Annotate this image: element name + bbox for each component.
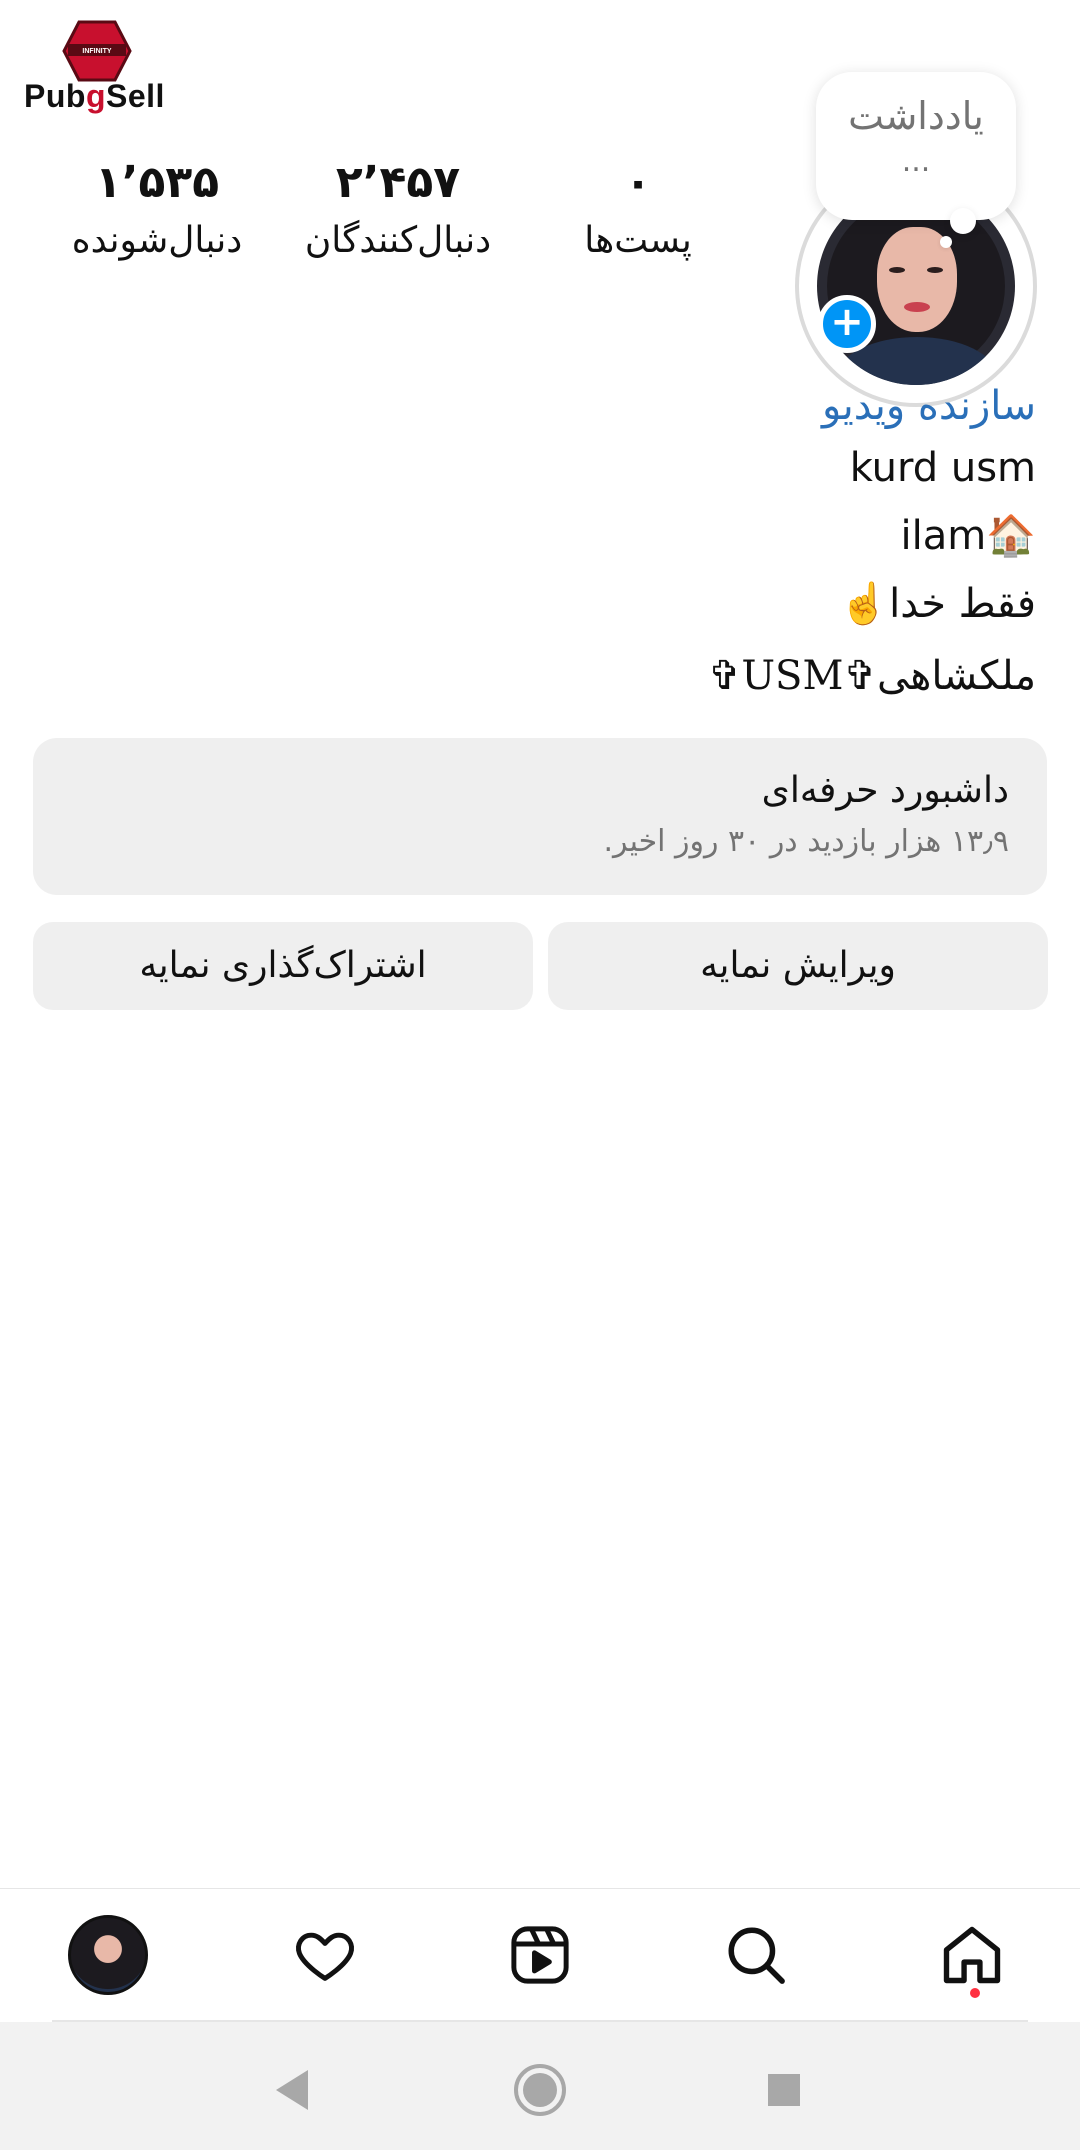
professional-dashboard-card[interactable]: داشبورد حرفه‌ای ۱۳٫۹ هزار بازدید در ۳۰ ر…: [33, 738, 1047, 895]
dashboard-title: داشبورد حرفه‌ای: [761, 770, 1009, 811]
note-bubble-tail: [950, 208, 976, 234]
nav-home[interactable]: [932, 1915, 1012, 1995]
logo-band-text: INFINITY: [82, 48, 112, 55]
stat-posts[interactable]: ۰ پست‌ها: [538, 155, 738, 271]
back-triangle-icon: [276, 2070, 308, 2110]
bio-line-1: kurd usm: [849, 445, 1036, 491]
stat-followers[interactable]: ۲٬۴۵۷ دنبال‌کنندگان: [298, 155, 498, 271]
home-circle-icon: [514, 2064, 566, 2116]
bio-line-2: ilam🏠: [900, 513, 1036, 559]
system-nav-bar: [0, 2022, 1080, 2150]
nav-profile-avatar: [68, 1915, 148, 1995]
add-story-plus-icon[interactable]: +: [818, 295, 876, 353]
bio-line-4: ملکشاهی✞USM✞: [707, 653, 1036, 699]
home-notification-dot: [970, 1988, 980, 1998]
watermark-logo: INFINITY PubgSell: [24, 20, 169, 120]
bottom-nav: [0, 1888, 1080, 2020]
bio-line-3: فقط خدا☝️: [839, 581, 1036, 627]
logo-wordmark: PubgSell: [24, 78, 165, 114]
nav-profile[interactable]: [68, 1915, 148, 1995]
nav-activity[interactable]: [285, 1915, 365, 1995]
edit-profile-button[interactable]: ویرایش نمایه: [548, 922, 1048, 1010]
stat-followers-label: دنبال‌کنندگان: [304, 220, 492, 261]
share-profile-button[interactable]: اشتراک‌گذاری نمایه: [33, 922, 533, 1010]
search-icon: [728, 1927, 785, 1984]
stat-following[interactable]: ۱٬۵۳۵ دنبال‌شونده: [57, 155, 257, 271]
stat-following-label: دنبال‌شونده: [71, 220, 243, 261]
stat-following-count: ۱٬۵۳۵: [94, 157, 220, 208]
system-back-button[interactable]: [264, 2062, 320, 2118]
stat-followers-count: ۲٬۴۵۷: [335, 157, 461, 208]
heart-icon: [296, 1932, 354, 1981]
stat-posts-count: ۰: [624, 157, 652, 208]
nav-search[interactable]: [716, 1915, 796, 1995]
reels-icon: [511, 1926, 569, 1984]
bio-category[interactable]: سازنده ویدیو: [336, 378, 1036, 434]
note-placeholder: ...: [901, 144, 931, 179]
note-title: یادداشت: [848, 94, 984, 138]
system-home-button[interactable]: [512, 2062, 568, 2118]
dashboard-subtitle: ۱۳٫۹ هزار بازدید در ۳۰ روز اخیر.: [603, 824, 1009, 859]
home-icon: [943, 1926, 1001, 1984]
nav-reels[interactable]: [500, 1915, 580, 1995]
system-recents-button[interactable]: [756, 2062, 812, 2118]
stat-posts-label: پست‌ها: [584, 220, 692, 261]
note-bubble-tail-small: [940, 236, 952, 248]
note-bubble[interactable]: یادداشت ...: [816, 72, 1016, 220]
recents-square-icon: [768, 2074, 800, 2106]
